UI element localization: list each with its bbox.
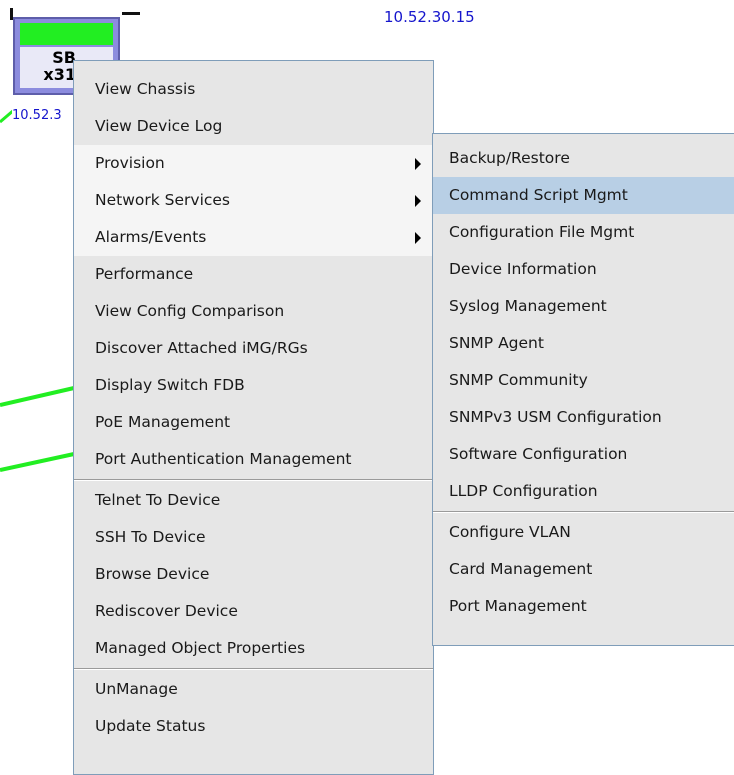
menu-item-label: SNMP Community [449, 371, 588, 389]
menu-item-label: Managed Object Properties [95, 639, 306, 657]
submenu-item-backup-restore[interactable]: Backup/Restore [433, 140, 734, 177]
submenu-arrow-icon [415, 158, 421, 170]
submenu-item-configuration-file-mgmt[interactable]: Configuration File Mgmt [433, 214, 734, 251]
menu-item-label: Configuration File Mgmt [449, 223, 635, 241]
menu-item-provision[interactable]: Provision [74, 145, 433, 182]
menu-item-view-device-log[interactable]: View Device Log [74, 108, 433, 145]
submenu-item-device-information[interactable]: Device Information [433, 251, 734, 288]
submenu-item-configure-vlan[interactable]: Configure VLAN [433, 514, 734, 551]
device-ip-label[interactable]: 10.52.30.15 [384, 8, 475, 26]
menu-item-label: Syslog Management [449, 297, 607, 315]
menu-item-label: Command Script Mgmt [449, 186, 628, 204]
menu-item-view-config-comparison[interactable]: View Config Comparison [74, 293, 433, 330]
menu-item-unmanage[interactable]: UnManage [74, 671, 433, 708]
submenu-item-syslog-management[interactable]: Syslog Management [433, 288, 734, 325]
menu-item-label: View Device Log [95, 117, 223, 135]
menu-separator [433, 511, 734, 513]
submenu-arrow-icon [415, 232, 421, 244]
menu-item-label: Port Management [449, 597, 587, 615]
menu-item-label: Browse Device [95, 565, 210, 583]
canvas-mark [122, 12, 140, 15]
menu-item-managed-object-properties[interactable]: Managed Object Properties [74, 630, 433, 667]
device-context-menu: View Chassis View Device Log Provision N… [73, 60, 434, 775]
menu-item-label: Backup/Restore [449, 149, 570, 167]
menu-item-label: Port Authentication Management [95, 450, 352, 468]
menu-item-view-chassis[interactable]: View Chassis [74, 71, 433, 108]
menu-item-label: Display Switch FDB [95, 376, 245, 394]
menu-item-label: Performance [95, 265, 194, 283]
submenu-item-snmpv3-usm-configuration[interactable]: SNMPv3 USM Configuration [433, 399, 734, 436]
submenu-item-snmp-community[interactable]: SNMP Community [433, 362, 734, 399]
provision-submenu: Backup/Restore Command Script Mgmt Confi… [432, 133, 734, 646]
menu-item-discover-attached-img-rgs[interactable]: Discover Attached iMG/RGs [74, 330, 433, 367]
menu-item-display-switch-fdb[interactable]: Display Switch FDB [74, 367, 433, 404]
menu-item-update-status[interactable]: Update Status [74, 708, 433, 745]
menu-item-label: Provision [95, 154, 165, 172]
menu-item-browse-device[interactable]: Browse Device [74, 556, 433, 593]
menu-item-label: View Chassis [95, 80, 196, 98]
menu-top-padding [74, 61, 433, 71]
submenu-item-lldp-configuration[interactable]: LLDP Configuration [433, 473, 734, 510]
device-node-ip-label[interactable]: 10.52.3 [12, 108, 62, 124]
submenu-item-port-management[interactable]: Port Management [433, 588, 734, 625]
menu-item-label: Card Management [449, 560, 593, 578]
submenu-item-software-configuration[interactable]: Software Configuration [433, 436, 734, 473]
menu-item-telnet-to-device[interactable]: Telnet To Device [74, 482, 433, 519]
menu-item-label: UnManage [95, 680, 178, 698]
menu-item-label: Alarms/Events [95, 228, 207, 246]
menu-item-label: Telnet To Device [95, 491, 221, 509]
menu-item-label: Update Status [95, 717, 206, 735]
submenu-item-card-management[interactable]: Card Management [433, 551, 734, 588]
menu-item-label: SSH To Device [95, 528, 206, 546]
submenu-item-command-script-mgmt[interactable]: Command Script Mgmt [433, 177, 734, 214]
menu-item-poe-management[interactable]: PoE Management [74, 404, 433, 441]
menu-separator [74, 479, 433, 481]
menu-item-ssh-to-device[interactable]: SSH To Device [74, 519, 433, 556]
menu-item-label: SNMPv3 USM Configuration [449, 408, 662, 426]
network-link [0, 452, 75, 472]
menu-item-performance[interactable]: Performance [74, 256, 433, 293]
device-name-line2: x31 [43, 65, 76, 84]
menu-item-rediscover-device[interactable]: Rediscover Device [74, 593, 433, 630]
menu-item-label: Software Configuration [449, 445, 628, 463]
menu-item-label: SNMP Agent [449, 334, 544, 352]
network-link [0, 386, 75, 407]
menu-item-label: View Config Comparison [95, 302, 285, 320]
menu-item-label: Rediscover Device [95, 602, 238, 620]
menu-item-label: PoE Management [95, 413, 231, 431]
menu-item-port-authentication-management[interactable]: Port Authentication Management [74, 441, 433, 478]
menu-item-label: LLDP Configuration [449, 482, 598, 500]
submenu-arrow-icon [415, 195, 421, 207]
menu-separator [74, 668, 433, 670]
menu-item-label: Configure VLAN [449, 523, 571, 541]
menu-item-label: Discover Attached iMG/RGs [95, 339, 308, 357]
menu-item-label: Device Information [449, 260, 597, 278]
menu-item-alarms-events[interactable]: Alarms/Events [74, 219, 433, 256]
menu-item-label: Network Services [95, 191, 231, 209]
submenu-item-snmp-agent[interactable]: SNMP Agent [433, 325, 734, 362]
device-status-indicator [20, 23, 113, 45]
menu-item-network-services[interactable]: Network Services [74, 182, 433, 219]
